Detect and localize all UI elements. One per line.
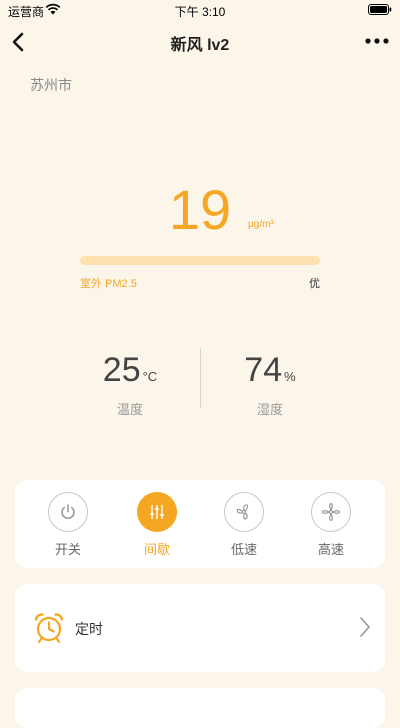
mode-low-speed-button[interactable]: 低速	[214, 492, 274, 558]
humidity-label: 湿度	[256, 402, 283, 417]
sliders-icon	[150, 505, 164, 519]
mode-high-speed-button[interactable]: 高速	[301, 492, 361, 558]
mode-card: 开关 间歇 低速 高速	[15, 480, 385, 568]
city-label: 苏州市	[30, 77, 72, 93]
power-icon	[61, 504, 75, 519]
status-time: 下午 3:10	[174, 5, 226, 19]
nav-bar: 新风 lv2	[0, 20, 400, 64]
mode-high-speed-label: 高速	[317, 542, 344, 557]
mode-power-label: 开关	[54, 542, 81, 557]
mode-power-button[interactable]: 开关	[38, 492, 98, 558]
humidity-value: 74	[244, 351, 283, 389]
timer-label: 定时	[75, 621, 103, 637]
temperature-value: 25	[102, 351, 141, 389]
chevron-left-icon	[12, 32, 24, 52]
temperature-metric: 25 °C 温度	[60, 350, 200, 418]
mode-low-speed-label: 低速	[230, 542, 257, 557]
temperature-unit: °C	[142, 369, 158, 384]
alarm-clock-icon	[34, 613, 64, 644]
mode-intermittent-label: 间歇	[143, 542, 170, 557]
pm25-grade: 优	[309, 278, 320, 290]
page-title: 新风 lv2	[170, 37, 230, 54]
pm25-value: 19	[168, 178, 232, 241]
next-card-partial	[15, 688, 385, 728]
pm25-bar	[80, 256, 320, 265]
temperature-label: 温度	[116, 402, 143, 417]
pm25-label: 室外 PM2.5	[80, 278, 137, 290]
battery-icon	[368, 4, 392, 15]
chevron-right-icon	[360, 617, 370, 637]
fan-low-icon	[236, 504, 249, 520]
humidity-unit: %	[284, 369, 296, 384]
more-dots-icon	[365, 38, 389, 44]
back-button[interactable]	[4, 26, 34, 58]
more-button[interactable]	[364, 34, 390, 48]
mode-intermittent-button[interactable]: 间歇	[127, 492, 187, 558]
timer-row[interactable]: 定时	[15, 584, 385, 672]
pm25-unit: μg/m³	[248, 219, 274, 230]
fan-high-icon	[321, 502, 341, 522]
humidity-metric: 74% 湿度	[200, 350, 340, 418]
status-bar: 运营商 下午 3:10	[0, 0, 400, 20]
